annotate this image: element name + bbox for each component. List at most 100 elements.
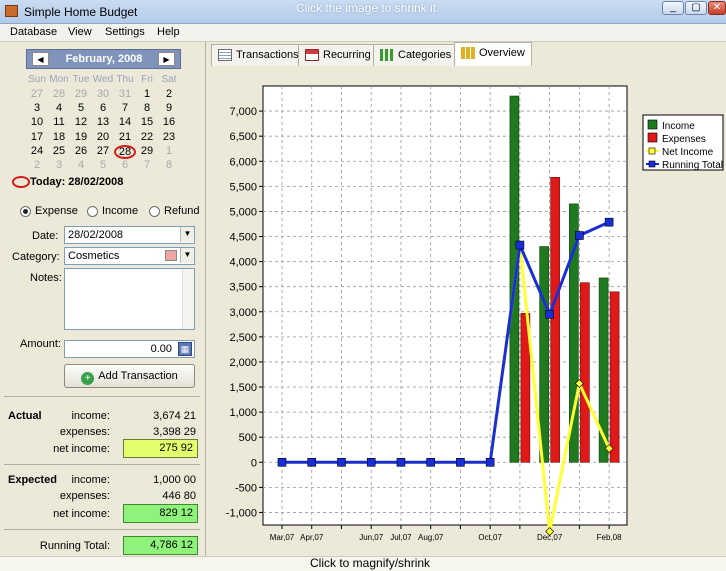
calendar-day[interactable]: 5 <box>70 102 92 116</box>
income-radio[interactable] <box>87 206 98 217</box>
amount-field[interactable]: 0.00 ▦ <box>64 340 195 358</box>
calendar-day[interactable]: 8 <box>158 159 180 173</box>
refund-radio-label[interactable]: Refund <box>164 205 199 217</box>
x-tick-label: Jun,07 <box>359 533 384 542</box>
calendar-day[interactable]: 21 <box>114 131 136 145</box>
calendar-day[interactable]: 11 <box>48 116 70 130</box>
maximize-button[interactable]: ▢ <box>685 1 707 15</box>
calendar-day[interactable]: 26 <box>70 145 92 159</box>
calendar-day[interactable]: 22 <box>136 131 158 145</box>
y-tick-label: 4,500 <box>229 232 257 244</box>
calendar-day[interactable]: 2 <box>158 88 180 102</box>
actual-income-value: 3,674 21 <box>153 410 196 422</box>
running-total-point <box>485 457 495 467</box>
calendar-day[interactable]: 4 <box>70 159 92 173</box>
calendar-day[interactable]: 2 <box>26 159 48 173</box>
calendar-day[interactable]: 5 <box>92 159 114 173</box>
divider <box>4 464 200 465</box>
calendar-day[interactable]: 28 <box>114 144 136 159</box>
category-color-swatch <box>165 250 177 261</box>
tab-categories-label: Categories <box>398 49 452 61</box>
calendar-day[interactable]: 3 <box>26 102 48 116</box>
calculator-icon[interactable]: ▦ <box>178 342 192 356</box>
running-total-point <box>426 457 435 467</box>
calendar-day[interactable]: 29 <box>70 88 92 102</box>
calendar-day[interactable]: 1 <box>158 145 180 159</box>
calendar-day[interactable]: 20 <box>92 131 114 145</box>
actual-expenses-label: expenses: <box>59 426 110 438</box>
calendar-day[interactable]: 27 <box>26 88 48 102</box>
expense-radio-label[interactable]: Expense <box>35 205 78 217</box>
x-tick-label: Oct,07 <box>478 533 502 542</box>
legend-label: Income <box>662 121 695 132</box>
calendar-day[interactable]: 4 <box>48 102 70 116</box>
tab-recurring[interactable]: Recurring <box>298 44 378 66</box>
tab-categories[interactable]: Categories <box>373 44 459 66</box>
calendar-day[interactable]: 25 <box>48 145 70 159</box>
notes-label: Notes: <box>30 272 62 284</box>
calendar-day[interactable]: 7 <box>136 159 158 173</box>
calendar-day[interactable]: 14 <box>114 116 136 130</box>
calendar-day[interactable]: 6 <box>92 102 114 116</box>
calendar-day[interactable]: 16 <box>158 116 180 130</box>
calendar-day[interactable]: 3 <box>48 159 70 173</box>
date-field[interactable]: 28/02/2008 ▼ <box>64 226 195 244</box>
menu-help[interactable]: Help <box>157 26 180 38</box>
calendar-day[interactable]: 31 <box>114 88 136 102</box>
menu-database[interactable]: Database <box>10 26 57 38</box>
legend-swatch <box>647 119 658 130</box>
menu-view[interactable]: View <box>68 26 92 38</box>
calendar-day[interactable]: 30 <box>92 88 114 102</box>
next-month-button[interactable]: ▶ <box>158 52 175 66</box>
running-total-point <box>456 457 465 467</box>
category-select[interactable]: Cosmetics ▼ <box>64 247 195 265</box>
tab-overview[interactable]: Overview <box>454 42 532 67</box>
calendar-day[interactable]: 13 <box>92 116 114 130</box>
notes-scrollbar[interactable] <box>182 269 194 329</box>
expense-radio[interactable] <box>20 206 31 217</box>
calendar-day[interactable]: 12 <box>70 116 92 130</box>
expected-net-value: 829 12 <box>123 504 198 523</box>
add-transaction-button[interactable]: + Add Transaction <box>64 364 195 388</box>
calendar-day[interactable]: 19 <box>70 131 92 145</box>
calendar-day[interactable]: 24 <box>26 145 48 159</box>
menu-settings[interactable]: Settings <box>105 26 145 38</box>
calendar-icon <box>305 49 319 61</box>
calendar-day[interactable]: 18 <box>48 131 70 145</box>
notes-textarea[interactable] <box>64 268 195 330</box>
expected-net-label: net income: <box>53 508 110 520</box>
calendar-day[interactable]: 8 <box>136 102 158 116</box>
tab-transactions[interactable]: Transactions <box>211 44 306 66</box>
status-text[interactable]: Click to magnify/shrink <box>310 556 430 570</box>
divider <box>4 529 200 530</box>
legend-label: Expenses <box>662 134 706 145</box>
today-link[interactable]: Today: 28/02/2008 <box>30 176 123 188</box>
calendar-day[interactable]: 6 <box>114 159 136 173</box>
calendar-dow: Tue <box>72 74 90 85</box>
shrink-hint[interactable]: Click the image to shrink it. <box>296 1 439 15</box>
chevron-down-icon[interactable]: ▼ <box>180 248 194 263</box>
calendar-day[interactable]: 7 <box>114 102 136 116</box>
x-tick-label: Mar,07 <box>270 533 295 542</box>
income-radio-label[interactable]: Income <box>102 205 138 217</box>
legend-marker <box>648 147 656 155</box>
y-tick-label: 3,000 <box>229 307 257 319</box>
calendar-day[interactable]: 10 <box>26 116 48 130</box>
refund-radio[interactable] <box>149 206 160 217</box>
calendar-day[interactable]: 15 <box>136 116 158 130</box>
calendar-day[interactable]: 17 <box>26 131 48 145</box>
calendar-day[interactable]: 9 <box>158 102 180 116</box>
y-tick-label: 2,000 <box>229 357 257 369</box>
category-label: Category: <box>12 251 60 263</box>
chevron-down-icon[interactable]: ▼ <box>180 227 194 242</box>
y-tick-label: 6,000 <box>229 156 257 168</box>
calendar-day[interactable]: 23 <box>158 131 180 145</box>
calendar-day[interactable]: 1 <box>136 88 158 102</box>
prev-month-button[interactable]: ◀ <box>32 52 49 66</box>
close-button[interactable]: ✕ <box>708 1 726 15</box>
calendar-day[interactable]: 29 <box>136 145 158 159</box>
calendar-day[interactable]: 28 <box>48 88 70 102</box>
minimize-button[interactable]: _ <box>662 1 684 15</box>
calendar-dow: Thu <box>116 74 134 85</box>
calendar-day[interactable]: 27 <box>92 145 114 159</box>
